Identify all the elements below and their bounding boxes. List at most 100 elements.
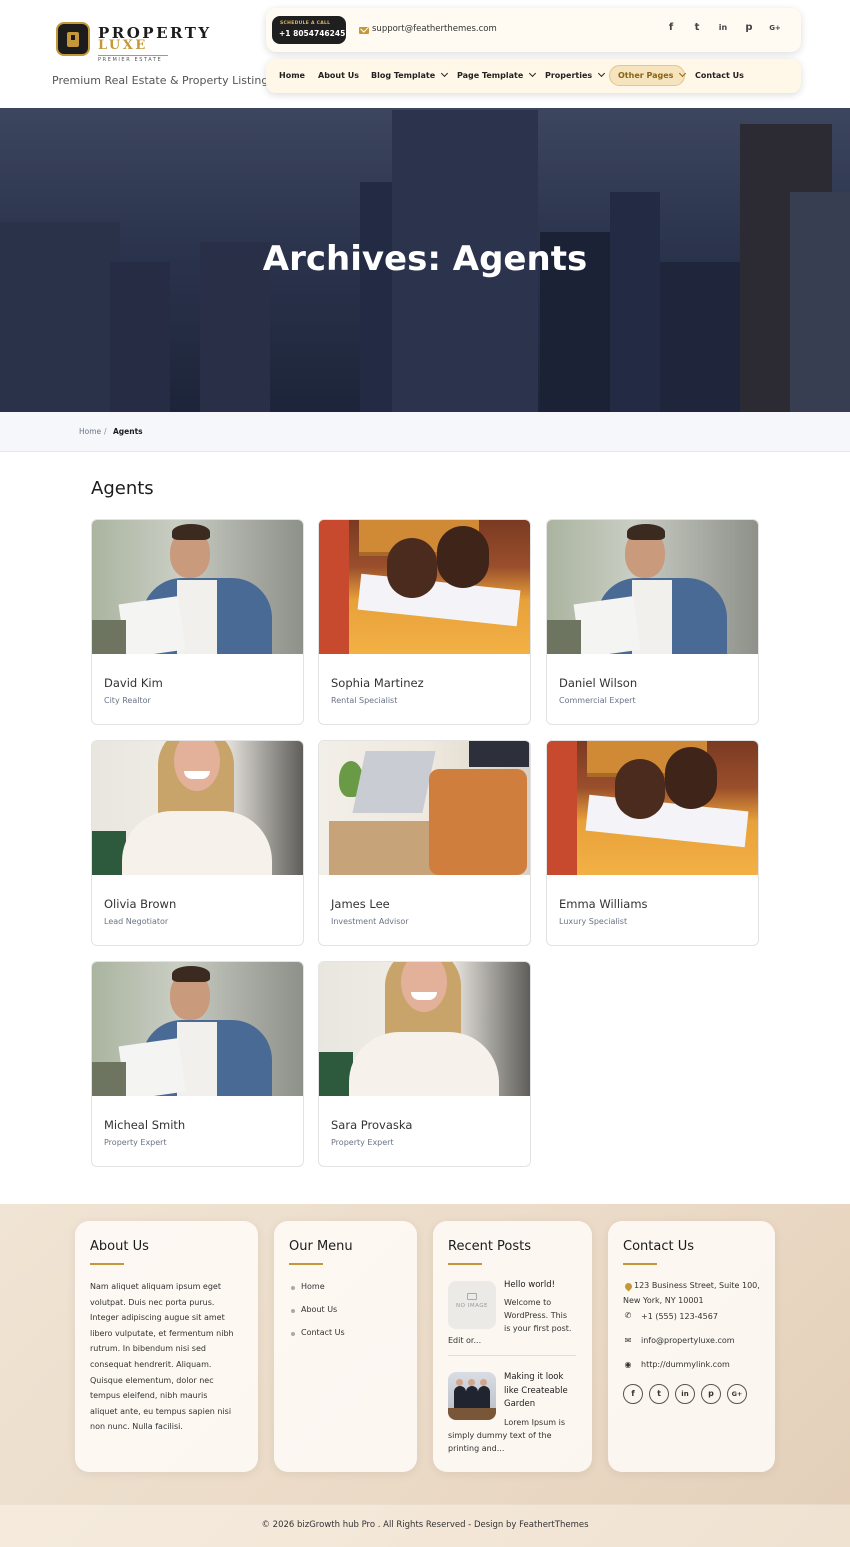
agent-card[interactable]: Olivia Brown Lead Negotiator [91, 740, 304, 946]
agent-card[interactable]: Daniel Wilson Commercial Expert [546, 519, 759, 725]
footer-menu: Our Menu Home About Us Contact Us [274, 1221, 417, 1472]
contact-phone[interactable]: +1 (555) 123-4567 [641, 1312, 718, 1321]
facebook-icon[interactable]: f [623, 1384, 643, 1404]
pinterest-icon[interactable]: p [701, 1384, 721, 1404]
agent-card[interactable]: David Kim City Realtor [91, 519, 304, 725]
footer-menu-about-us[interactable]: About Us [290, 1305, 337, 1314]
about-line: aliquet ante, eu tempus sapien nisi [90, 1406, 232, 1416]
post-title[interactable]: Making it look like Createable Garden [504, 1371, 568, 1412]
agent-name[interactable]: David Kim [104, 676, 163, 690]
agent-photo[interactable] [319, 520, 530, 654]
nav-other-pages-item: Other Pages [618, 69, 687, 80]
nav-page-template[interactable]: Page Template [457, 69, 537, 80]
nav-about-us[interactable]: About Us [318, 71, 359, 80]
logo-divider [98, 55, 168, 56]
agent-role: Lead Negotiator [104, 917, 169, 926]
footer-menu-title: Our Menu [289, 1239, 353, 1254]
linkedin-icon[interactable]: in [716, 21, 730, 35]
linkedin-icon[interactable]: in [675, 1384, 695, 1404]
footer-recent-posts: Recent Posts NO IMAGE Hello world! Welco… [433, 1221, 592, 1472]
about-line: Nam aliquet aliquam ipsum eget [90, 1282, 221, 1291]
google-plus-icon[interactable]: G+ [768, 21, 782, 35]
contact-website[interactable]: http://dummylink.com [641, 1360, 730, 1369]
copyright-bar: © 2026 bizGrowth hub Pro . All Rights Re… [0, 1504, 850, 1547]
footer-menu-home[interactable]: Home [291, 1282, 325, 1291]
nav-other-pages[interactable]: Other Pages [609, 65, 687, 86]
about-line: libero vulputate, et fermentum nibh [90, 1328, 234, 1338]
about-line: Quisque elementum, dolor nec [90, 1375, 214, 1385]
google-plus-icon[interactable]: G+ [727, 1384, 747, 1404]
post-title[interactable]: Hello world! [504, 1279, 555, 1293]
hero-banner: Archives: Agents [0, 108, 850, 412]
schedule-call-button[interactable]: SCHEDULE A CALL +1 80547462451 [272, 16, 351, 44]
footer-contact: Contact Us 123 Business Street, Suite 10… [608, 1221, 775, 1472]
post-excerpt: Lorem Ipsum is [504, 1417, 565, 1430]
footer-menu-contact-us[interactable]: Contact Us [291, 1328, 345, 1337]
agent-photo[interactable] [319, 962, 530, 1096]
agent-card[interactable]: Sophia Martinez Rental Specialist [318, 519, 531, 725]
footer-about: About Us Nam aliquet aliquam ipsum eget … [75, 1221, 258, 1472]
agent-card[interactable]: Emma Williams Luxury Specialist [546, 740, 759, 946]
site-tagline: Premium Real Estate & Property Listings [52, 74, 275, 87]
main-navigation: Home About Us Blog Template Page Templat… [266, 59, 801, 93]
post-excerpt-cont: simply dummy text of the printing and... [448, 1430, 552, 1456]
site-footer: About Us Nam aliquet aliquam ipsum eget … [0, 1204, 850, 1547]
agent-name[interactable]: Daniel Wilson [559, 676, 637, 690]
copyright-text: © 2026 bizGrowth hub Pro . All Rights Re… [261, 1520, 589, 1530]
agent-role: City Realtor [104, 696, 151, 705]
facebook-icon[interactable]: f [664, 21, 678, 35]
nav-properties[interactable]: Properties [545, 69, 606, 80]
about-line: volutpat. Duis nec porta purus. [90, 1297, 215, 1307]
schedule-call-label: SCHEDULE A CALL [280, 21, 331, 26]
nav-blog-template-label: Blog Template [371, 71, 436, 80]
site-logo[interactable]: PROPERTY LUXE PREMIER ESTATE [56, 22, 209, 66]
envelope-icon [359, 27, 369, 34]
twitter-icon[interactable]: t [690, 21, 704, 35]
agent-photo[interactable] [92, 520, 303, 654]
no-image-label: NO IMAGE [456, 1303, 488, 1309]
agent-name[interactable]: Micheal Smith [104, 1118, 185, 1132]
breadcrumb: Home / Agents [0, 412, 850, 452]
post-thumbnail[interactable]: NO IMAGE [448, 1281, 496, 1329]
about-line: consequat hendrerit. Aliquam. [90, 1359, 212, 1369]
section-title: Agents [91, 478, 154, 499]
chevron-down-icon [529, 69, 537, 78]
chevron-down-icon [441, 69, 449, 78]
nav-home[interactable]: Home [279, 71, 305, 80]
excerpt-line: WordPress. This [504, 1310, 568, 1320]
agent-card[interactable]: James Lee Investment Advisor [318, 740, 531, 946]
breadcrumb-separator: / [104, 427, 107, 436]
agent-photo[interactable] [92, 741, 303, 875]
agent-card[interactable]: Sara Provaska Property Expert [318, 961, 531, 1167]
envelope-icon: ✉ [624, 1336, 632, 1345]
agent-photo[interactable] [319, 741, 530, 875]
agent-role: Rental Specialist [331, 696, 398, 705]
agent-name[interactable]: Sara Provaska [331, 1118, 412, 1132]
agent-name[interactable]: Emma Williams [559, 897, 648, 911]
twitter-icon[interactable]: t [649, 1384, 669, 1404]
top-contact-bar: SCHEDULE A CALL +1 80547462451 support@f… [266, 8, 801, 52]
post-title-line: Garden [504, 1399, 536, 1409]
footer-about-title: About Us [90, 1239, 149, 1254]
page-title: Archives: Agents [262, 239, 588, 279]
breadcrumb-home-link[interactable]: Home [79, 427, 101, 436]
excerpt-line: Welcome to [504, 1298, 552, 1307]
chevron-down-icon [598, 69, 606, 78]
agent-name[interactable]: James Lee [331, 897, 390, 911]
agent-card[interactable]: Micheal Smith Property Expert [91, 961, 304, 1167]
agent-photo[interactable] [92, 962, 303, 1096]
nav-contact-us[interactable]: Contact Us [695, 71, 744, 80]
nav-blog-template[interactable]: Blog Template [371, 69, 449, 80]
agent-photo[interactable] [547, 741, 758, 875]
post-excerpt: Welcome to WordPress. This is your first… [504, 1297, 571, 1335]
agent-name[interactable]: Sophia Martinez [331, 676, 424, 690]
post-thumbnail[interactable] [448, 1372, 496, 1420]
contact-email[interactable]: info@propertyluxe.com [641, 1336, 735, 1345]
pinterest-icon[interactable]: p [742, 21, 756, 35]
agent-role: Luxury Specialist [559, 917, 628, 926]
breadcrumb-current: Agents [113, 427, 143, 436]
agent-name[interactable]: Olivia Brown [104, 897, 176, 911]
support-email-link[interactable]: support@featherthemes.com [372, 24, 497, 34]
post-title-line: like Createable [504, 1385, 568, 1396]
agent-photo[interactable] [547, 520, 758, 654]
